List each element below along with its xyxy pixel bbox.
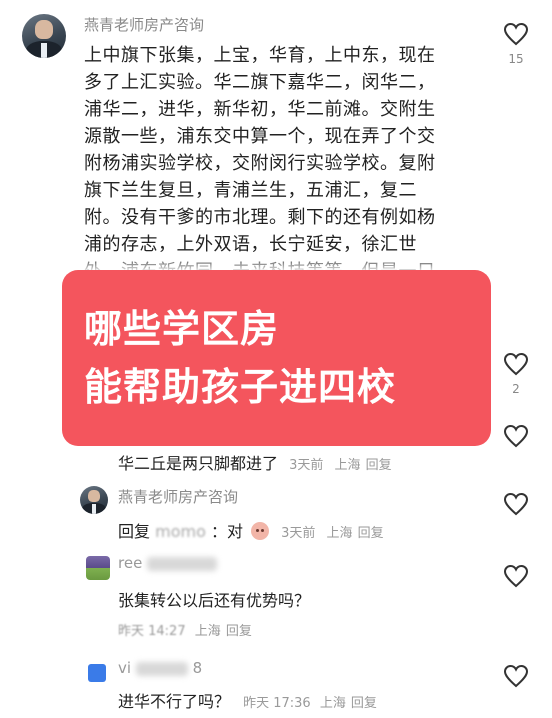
banner-line-1: 哪些学区房 [84,307,280,351]
avatar[interactable] [86,556,110,580]
reply-author[interactable]: ree [118,554,218,572]
reply-location: 上海 [326,526,353,541]
author-suffix: 8 [192,659,203,677]
reply-author[interactable]: vi 8 [118,659,202,677]
reply-time: 3天前 [289,458,324,473]
like-heart-icon[interactable] [503,424,529,448]
like-count: 15 [508,52,524,66]
author-partial: ree [118,554,143,572]
like-heart-icon[interactable] [503,564,529,588]
emoji-blush-icon [251,522,270,540]
promo-banner: 哪些学区房 能帮助孩子进四校 [62,270,491,446]
reply-mention[interactable]: momo [155,522,206,541]
banner-line-2: 能帮助孩子进四校 [84,365,397,409]
reply-row: 进华不行了吗？ 昨天 17:36 上海 回复 [118,688,377,712]
author-partial: vi [118,659,132,677]
author-blur [147,556,218,571]
reply-prefix: 回复 [118,522,151,541]
like-heart-icon[interactable] [503,352,529,376]
reply-button[interactable]: 回复 [226,624,252,639]
reply-location: 上海 [194,624,221,639]
reply-time: 3天前 [281,526,316,541]
like-heart-icon[interactable] [503,664,529,688]
reply-button[interactable]: 回复 [351,696,377,711]
reply-row: 华二丘是两只脚都进了 3天前 上海 回复 [118,450,392,474]
reply-time: 昨天 17:36 [243,696,311,711]
reply-button[interactable]: 回复 [358,526,384,541]
avatar[interactable] [22,14,66,58]
reply-text: ：对 [210,522,243,541]
reply-button[interactable]: 回复 [366,458,392,473]
reply-text: 进华不行了吗？ [118,692,231,711]
reply-meta: 昨天 14:27 上海 回复 [118,620,252,639]
like-count: 2 [512,382,520,396]
comment-author[interactable]: 燕青老师房产咨询 [84,14,204,35]
comment-text: 上中旗下张集，上宝，华育，上中东，现在 多了上汇实验。华二旗下嘉华二，闵华二， … [84,45,436,274]
like-heart-icon[interactable] [503,22,529,46]
reply-text: 张集转公以后还有优势吗？ [118,591,311,610]
reply-author[interactable]: 燕青老师房产咨询 [118,486,238,507]
reply-text: 华二丘是两只脚都进了 [118,454,279,473]
avatar[interactable] [80,486,108,514]
avatar[interactable] [88,664,106,682]
reply-row: 回复 momo ：对 3天前 上海 回复 [118,518,384,542]
like-heart-icon[interactable] [503,492,529,516]
reply-location: 上海 [334,458,361,473]
author-blur [135,661,188,676]
reply-location: 上海 [319,696,346,711]
reply-time: 昨天 14:27 [118,624,186,639]
